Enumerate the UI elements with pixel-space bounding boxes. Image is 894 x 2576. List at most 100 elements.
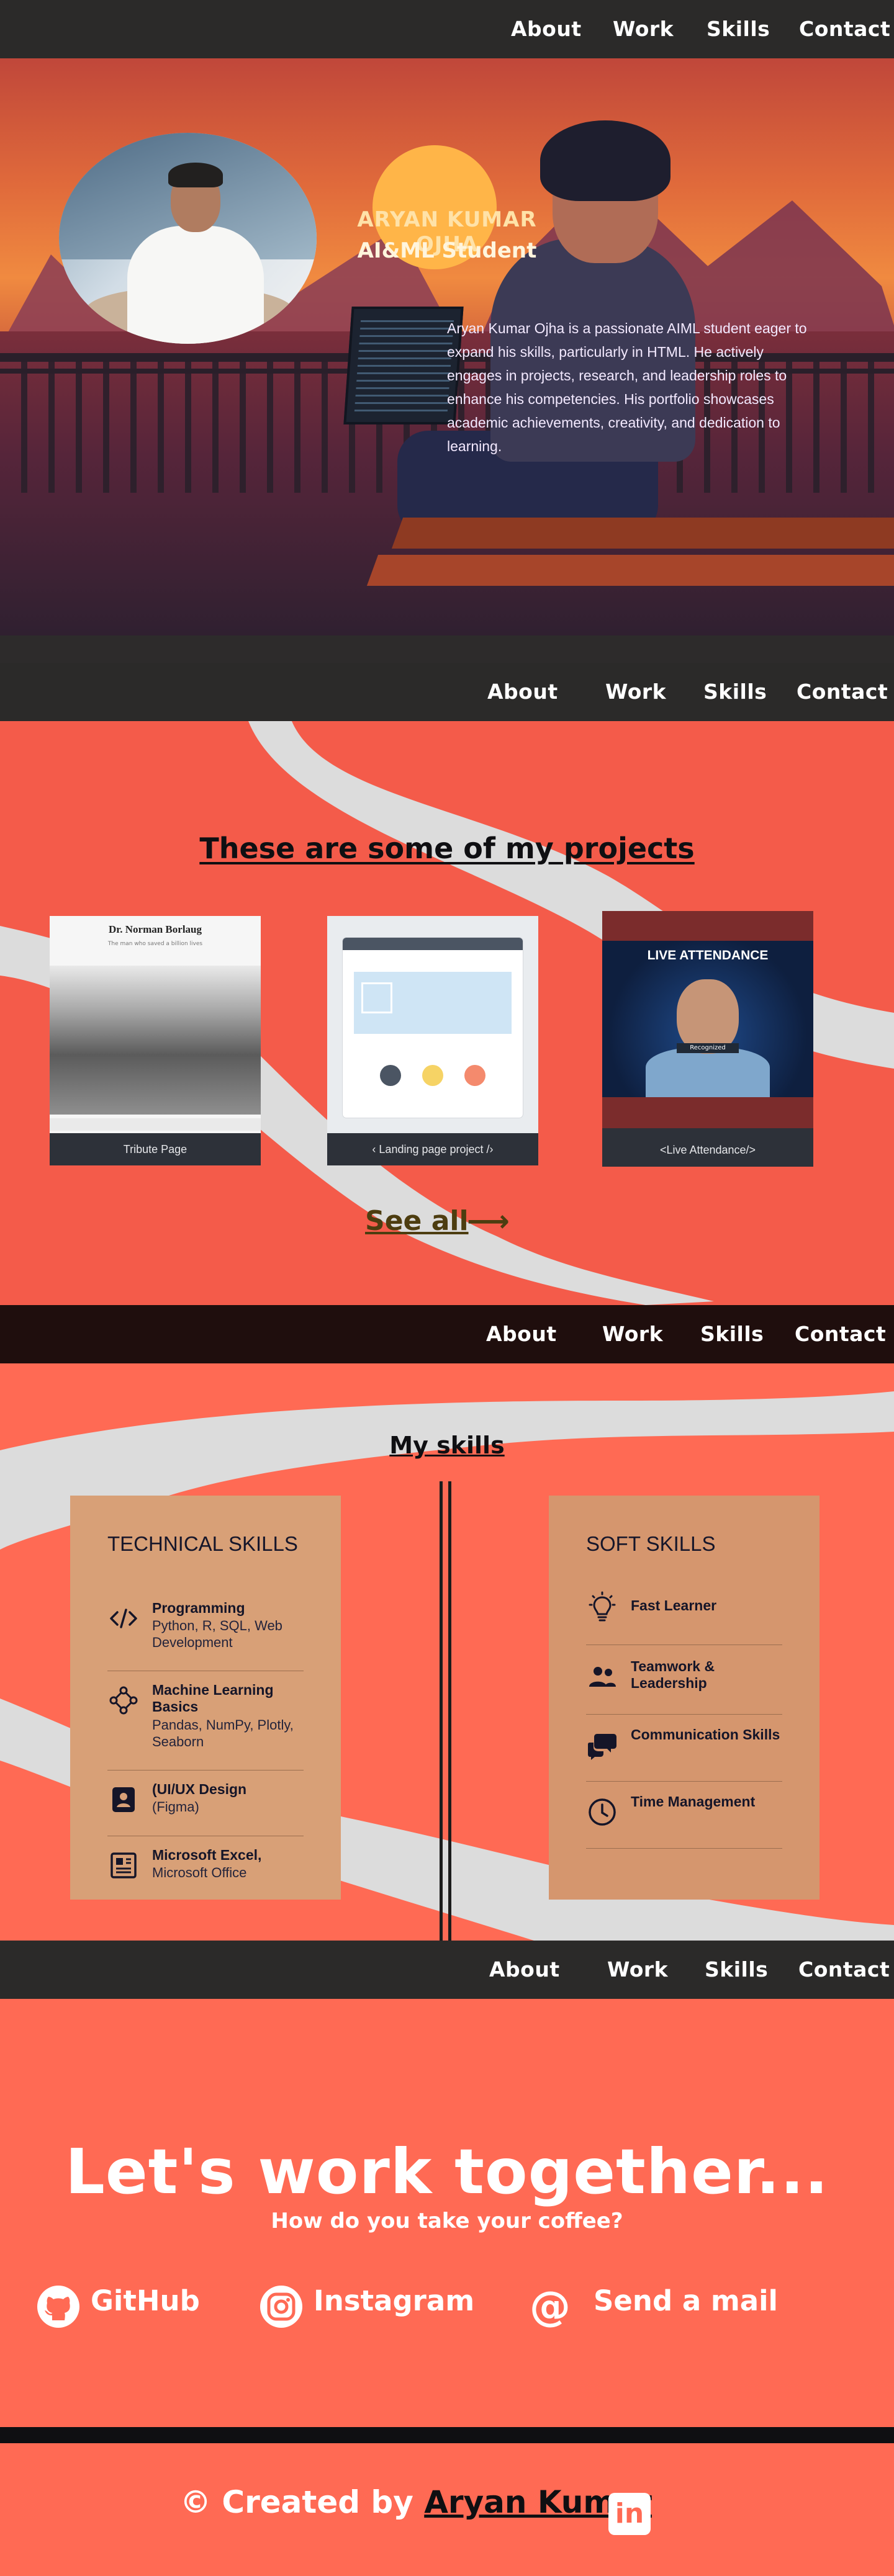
code-icon [110, 1609, 137, 1628]
see-all-link[interactable]: See all [365, 1205, 469, 1237]
nav-work-link[interactable]: Work [613, 0, 674, 58]
instagram-icon [260, 2286, 302, 2328]
contact-subtitle: How do you take your coffee? [271, 2209, 623, 2233]
skill-title: Teamwork & Leadership [631, 1658, 715, 1691]
contact-headline: Let's work together... [65, 2135, 829, 2208]
divider-line [448, 1481, 451, 1941]
project-card-live-attendance[interactable]: LIVE ATTENDANCE Recognized <Live Attenda… [602, 911, 813, 1167]
clock-icon [589, 1798, 616, 1826]
skill-separator [586, 1848, 782, 1849]
nav-contact-link[interactable]: Contact [797, 663, 888, 721]
nav-bar: About Work Skills Contact [0, 663, 894, 721]
project-caption: ‹ Landing page project /› [372, 1143, 494, 1156]
top-nav: About Work Skills Contact [0, 0, 894, 58]
wireframe-window [343, 938, 523, 1118]
thumb-person-body [646, 1048, 770, 1097]
skill-title: (UI/UX Design [152, 1781, 247, 1797]
technical-skills-heading: TECHNICAL SKILLS [107, 1532, 298, 1555]
network-icon [109, 1686, 138, 1715]
nav-skills-link[interactable]: Skills [707, 0, 770, 58]
skills-title: My skills [389, 1432, 505, 1459]
thumb-subtitle: The man who saved a billion lives [107, 941, 203, 947]
chat-icon [588, 1734, 616, 1760]
recognized-badge: Recognized [677, 1043, 739, 1053]
thumb-title: Dr. Norman Borlaug [108, 923, 202, 935]
projects-title: These are some of my projects [199, 832, 695, 865]
illustration-hair [540, 120, 670, 201]
wireframe-circle [464, 1065, 485, 1086]
laptop-code-lines [354, 320, 454, 413]
hero-bio: Aryan Kumar Ojha is a passionate AIML st… [447, 320, 807, 454]
projects-section: These are some of my projects Dr. Norman… [0, 721, 894, 1305]
project-card-landing-page[interactable]: ‹ Landing page project /› [327, 916, 538, 1165]
at-icon: @ [530, 2282, 571, 2330]
project-card-tribute[interactable]: Dr. Norman Borlaug The man who saved a b… [50, 916, 261, 1165]
skill-description: Microsoft Office [152, 1865, 247, 1880]
github-label: GitHub [91, 2284, 200, 2317]
wireframe-titlebar [343, 938, 523, 950]
nav-work-link[interactable]: Work [602, 1305, 663, 1363]
skill-title: Fast Learner [631, 1597, 717, 1613]
skill-description: Pandas, NumPy, Plotly, Seaborn [152, 1717, 294, 1749]
nav-about-link[interactable]: About [487, 663, 558, 721]
image-placeholder-icon [361, 982, 392, 1013]
skill-separator [586, 1714, 782, 1715]
footer: © Created by Aryan Kumar in [0, 2443, 894, 2576]
skill-title: Programming [152, 1600, 245, 1616]
wireframe-circle [380, 1065, 401, 1086]
linkedin-icon[interactable]: in [608, 2493, 651, 2535]
project-caption: <Live Attendance/> [602, 1133, 813, 1167]
bench [391, 518, 894, 549]
nav-skills-link[interactable]: Skills [705, 1941, 768, 1999]
thumb-title: LIVE ATTENDANCE [647, 948, 769, 963]
nav-about-link[interactable]: About [489, 1941, 560, 1999]
soft-skills-heading: SOFT SKILLS [586, 1532, 716, 1555]
skill-title: Time Management [631, 1793, 756, 1810]
skill-description: (Figma) [152, 1799, 199, 1815]
project-thumbnail [327, 916, 538, 1133]
photo-hair [168, 163, 223, 187]
nav-bar: About Work Skills Contact [0, 1941, 894, 1999]
project-thumbnail: Dr. Norman Borlaug The man who saved a b… [50, 916, 261, 1133]
user-card-icon [112, 1787, 135, 1812]
divider-line [440, 1481, 443, 1941]
nav-about-link[interactable]: About [486, 1305, 557, 1363]
wireframe-circle [422, 1065, 443, 1086]
section-separator [0, 2427, 894, 2443]
instagram-label: Instagram [314, 2284, 475, 2317]
soft-skills-panel: SOFT SKILLS Fast Learner Teamwork & Lead… [549, 1496, 820, 1900]
nav-bar: About Work Skills Contact [0, 1305, 894, 1363]
project-thumbnail: LIVE ATTENDANCE Recognized [602, 911, 813, 1128]
technical-skills-panel: TECHNICAL SKILLS Programming Python, R, … [70, 1496, 341, 1900]
lightbulb-icon [589, 1591, 616, 1622]
profile-photo [59, 133, 317, 344]
nav-contact-link[interactable]: Contact [795, 1305, 886, 1363]
hero-section: ARYAN KUMAR OJHA AI&ML Student Aryan Kum… [0, 58, 894, 635]
skill-title: Microsoft Excel, [152, 1847, 262, 1863]
skill-description: Python, R, SQL, Web Development [152, 1618, 282, 1650]
thumb-person-face [677, 979, 739, 1054]
nav-contact-link[interactable]: Contact [799, 0, 890, 58]
arrow-right-icon[interactable]: ⟶ [467, 1204, 510, 1239]
skills-section: My skills TECHNICAL SKILLS Programming P… [0, 1363, 894, 1941]
contact-section: Let's work together... How do you take y… [0, 1999, 894, 2427]
nav-skills-link[interactable]: Skills [703, 663, 767, 721]
nav-contact-link[interactable]: Contact [798, 1941, 890, 1999]
nav-work-link[interactable]: Work [607, 1941, 668, 1999]
project-caption: Tribute Page [123, 1143, 187, 1156]
github-icon [37, 2286, 79, 2328]
hero-role: AI&ML Student [357, 238, 537, 263]
thumb-caption-strip [50, 1118, 261, 1131]
document-icon [111, 1852, 137, 1878]
skill-separator [586, 1781, 782, 1782]
thumb-photo [50, 966, 261, 1115]
skill-title: Machine Learning Basics [152, 1682, 274, 1715]
credit-prefix: © Created by [180, 2484, 425, 2520]
laptop-illustration [343, 307, 464, 424]
nav-about-link[interactable]: About [511, 0, 582, 58]
skill-title: Communication Skills [631, 1726, 780, 1743]
bench [366, 555, 894, 586]
nav-work-link[interactable]: Work [605, 663, 666, 721]
nav-skills-link[interactable]: Skills [700, 1305, 764, 1363]
people-icon [589, 1667, 616, 1687]
